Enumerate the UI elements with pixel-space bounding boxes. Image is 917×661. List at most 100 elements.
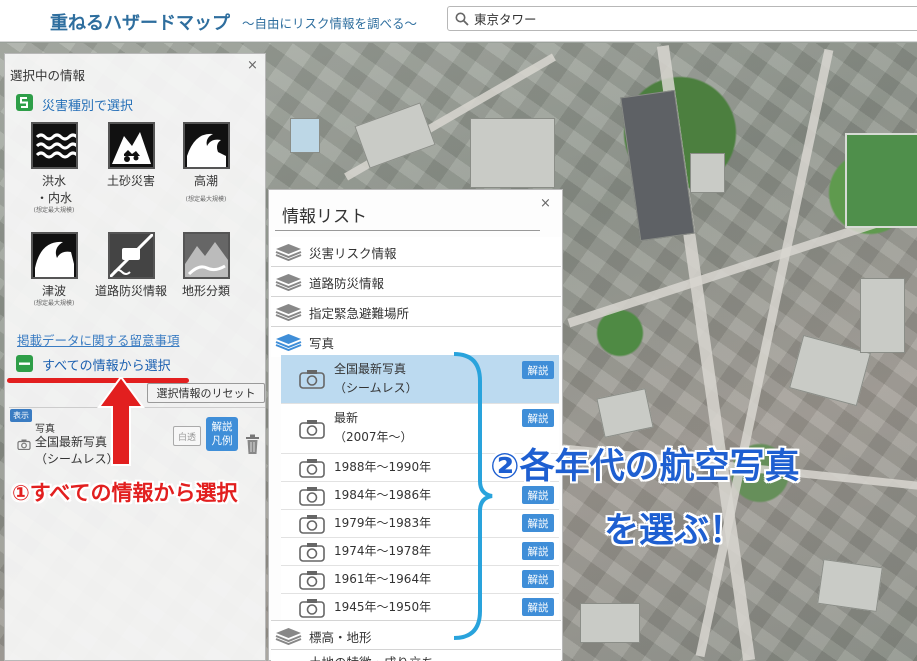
photo-item-latest-seamless[interactable]: 全国最新写真 （シームレス） 解説 bbox=[281, 355, 559, 404]
kaisetsu-button[interactable]: 解説 bbox=[522, 361, 554, 379]
kaisetsu-button[interactable]: 解説 bbox=[522, 542, 554, 560]
hazard-road[interactable]: 道路防災情報 bbox=[93, 232, 169, 300]
hazard-storm-surge[interactable]: 高潮 (想定最大規模) bbox=[168, 122, 244, 204]
category-land-features[interactable]: 土地の特徴・成り立ち bbox=[271, 650, 561, 661]
category-road[interactable]: 道路防災情報 bbox=[271, 267, 561, 297]
hazard-label-2: ・内水 bbox=[35, 191, 72, 205]
app-subtitle: ～自由にリスク情報を調べる～ bbox=[242, 16, 418, 31]
camera-icon bbox=[299, 599, 325, 618]
hazard-terrain[interactable]: 地形分類 bbox=[168, 232, 244, 300]
category-elevation[interactable]: 標高・地形 bbox=[271, 620, 561, 650]
close-icon[interactable]: × bbox=[247, 58, 258, 73]
camera-icon bbox=[299, 370, 325, 389]
search-box[interactable] bbox=[447, 6, 917, 31]
storm-surge-icon bbox=[182, 122, 230, 169]
camera-icon bbox=[299, 515, 325, 534]
annotation-bracket bbox=[453, 352, 493, 640]
photo-item-line2: （シームレス） bbox=[334, 381, 418, 395]
hazard-label: 道路防災情報 bbox=[94, 284, 167, 298]
search-input[interactable] bbox=[474, 9, 914, 28]
photo-item-1961[interactable]: 1961年～1964年 解説 bbox=[281, 566, 559, 594]
hazard-label: 洪水 bbox=[41, 174, 66, 188]
terrain-icon bbox=[182, 232, 230, 279]
photo-item-1945[interactable]: 1945年～1950年 解説 bbox=[281, 594, 559, 622]
divider bbox=[275, 230, 540, 231]
all-info-icon bbox=[16, 355, 33, 372]
camera-icon bbox=[299, 420, 325, 439]
hazard-landslide[interactable]: 土砂災害 bbox=[93, 122, 169, 190]
photo-item-label: 1974年～1978年 bbox=[334, 544, 432, 558]
category-label: 標高・地形 bbox=[309, 630, 372, 645]
category-photo[interactable]: 写真 bbox=[271, 327, 561, 357]
kaisetsu-button[interactable]: 解説 bbox=[522, 598, 554, 616]
camera-icon bbox=[299, 543, 325, 562]
app-title[interactable]: 重ねるハザードマップ bbox=[50, 9, 230, 35]
search-icon[interactable] bbox=[455, 12, 469, 26]
info-list-panel: 情報リスト × 災害リスク情報 道路防災情報 指定緊急避難場所 写真 全国最新写… bbox=[268, 189, 563, 661]
photo-item-line2: （2007年～） bbox=[334, 430, 413, 444]
display-badge[interactable]: 表示 bbox=[10, 409, 32, 422]
hazard-label: 津波 bbox=[41, 284, 66, 298]
hazard-note: (想定最大規模) bbox=[33, 207, 75, 214]
all-info-heading[interactable]: すべての情報から選択 bbox=[42, 355, 171, 374]
camera-icon bbox=[299, 459, 325, 478]
kaisetsu-button[interactable]: 解説 bbox=[522, 570, 554, 588]
hazard-note: (想定最大規模) bbox=[33, 300, 75, 307]
reset-selection-button[interactable]: 選択情報のリセット bbox=[147, 383, 265, 403]
category-disaster-risk[interactable]: 災害リスク情報 bbox=[271, 237, 561, 267]
photo-item-label: 最新 （2007年～） bbox=[334, 409, 413, 447]
road-disaster-icon bbox=[107, 232, 155, 279]
kaisetsu-button[interactable]: 解説 bbox=[522, 514, 554, 532]
disaster-type-heading[interactable]: 災害種別で選択 bbox=[42, 95, 133, 114]
hazard-tsunami[interactable]: 津波 (想定最大規模) bbox=[16, 232, 92, 308]
photo-item-1979[interactable]: 1979年～1983年 解説 bbox=[281, 510, 559, 538]
photo-item-label: 1984年～1986年 bbox=[334, 488, 432, 502]
legend-line2: 凡例 bbox=[211, 435, 233, 447]
tsunami-icon bbox=[30, 232, 78, 279]
photo-item-label: 1961年～1964年 bbox=[334, 572, 432, 586]
photo-item-line1: 最新 bbox=[334, 411, 359, 425]
photo-item-label: 1979年～1983年 bbox=[334, 516, 432, 530]
selected-info-panel: 選択中の情報 × 災害種別で選択 洪水 ・内水 (想定最大規模) 土砂災害 高潮… bbox=[4, 53, 266, 661]
category-label: 土地の特徴・成り立ち bbox=[309, 652, 434, 661]
annotation-step2-line2: を選ぶ！ bbox=[604, 511, 745, 551]
category-label: 道路防災情報 bbox=[309, 276, 385, 291]
hazard-label: 土砂災害 bbox=[106, 174, 155, 188]
hazard-note: (想定最大規模) bbox=[185, 196, 227, 203]
data-notice-link[interactable]: 掲載データに関する留意事項 bbox=[17, 330, 180, 349]
info-list-title: 情報リスト bbox=[282, 207, 367, 227]
photo-item-label: 1945年～1950年 bbox=[334, 600, 432, 614]
selected-category: 写真 bbox=[35, 424, 55, 435]
legend-button[interactable]: 解説 凡例 bbox=[206, 417, 238, 451]
camera-icon bbox=[299, 487, 325, 506]
close-icon[interactable]: × bbox=[540, 196, 551, 211]
annotation-step2-line1: ②各年代の航空写真 bbox=[490, 447, 800, 487]
hazard-label: 地形分類 bbox=[181, 284, 230, 298]
hazard-label: 高潮 bbox=[193, 174, 218, 188]
kaisetsu-button[interactable]: 解説 bbox=[522, 409, 554, 427]
annotation-step1: ①すべての情報から選択 bbox=[12, 481, 238, 505]
category-label: 写真 bbox=[309, 336, 335, 351]
category-label: 指定緊急避難場所 bbox=[309, 306, 410, 321]
legend-line1: 解説 bbox=[211, 421, 233, 433]
photo-item-1974[interactable]: 1974年～1978年 解説 bbox=[281, 538, 559, 566]
annotation-arrow-up-icon bbox=[97, 377, 145, 466]
hazard-flood[interactable]: 洪水 ・内水 (想定最大規模) bbox=[16, 122, 92, 215]
transparency-button[interactable]: 白透 bbox=[173, 426, 201, 446]
photo-item-label: 1988年～1990年 bbox=[334, 460, 432, 474]
flood-icon bbox=[30, 122, 78, 169]
layers-icon bbox=[275, 304, 302, 321]
category-label: 災害リスク情報 bbox=[309, 246, 397, 261]
layers-icon bbox=[275, 244, 302, 261]
camera-icon bbox=[17, 439, 31, 450]
app-header: 重ねるハザードマップ ～自由にリスク情報を調べる～ bbox=[0, 0, 917, 42]
layers-icon bbox=[275, 334, 302, 351]
category-evacuation[interactable]: 指定緊急避難場所 bbox=[271, 297, 561, 327]
photo-item-label: 全国最新写真 （シームレス） bbox=[334, 360, 418, 398]
photo-item-line1: 全国最新写真 bbox=[334, 362, 407, 376]
layers-icon bbox=[275, 628, 302, 645]
landslide-icon bbox=[107, 122, 155, 169]
layers-icon bbox=[275, 274, 302, 291]
panel-title: 選択中の情報 bbox=[10, 68, 86, 83]
trash-icon[interactable] bbox=[244, 434, 261, 455]
